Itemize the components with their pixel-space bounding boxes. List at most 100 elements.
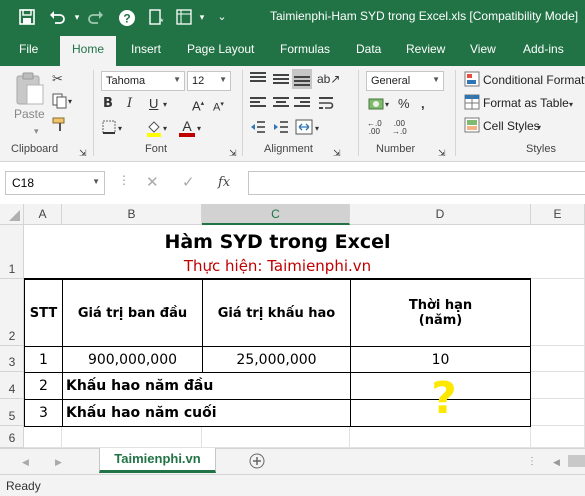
insert-function-icon[interactable]: fx <box>218 175 230 191</box>
tab-add-ins[interactable]: Add-ins <box>523 42 564 56</box>
cell-b5[interactable]: Khấu hao năm cuối <box>62 399 351 427</box>
font-color-icon[interactable]: A <box>179 119 195 137</box>
cell-e5[interactable] <box>531 399 585 426</box>
qat-dropdown-icon[interactable]: ▾ <box>192 7 212 27</box>
tab-formulas[interactable]: Formulas <box>280 42 330 56</box>
orientation-icon[interactable]: ab↗ <box>317 71 340 87</box>
save-icon[interactable] <box>17 7 37 27</box>
cell-e3[interactable] <box>531 346 585 372</box>
align-right-icon[interactable] <box>294 97 310 109</box>
horizontal-scrollbar[interactable] <box>568 455 585 467</box>
cell-d6[interactable] <box>350 426 531 448</box>
comma-style-icon[interactable]: , <box>421 96 425 112</box>
cell-a5[interactable]: 3 <box>24 399 63 427</box>
cell-b4[interactable]: Khấu hao năm đầu <box>62 372 351 400</box>
header-cell-term[interactable]: Thời hạn (năm) <box>350 279 531 347</box>
decrease-indent-icon[interactable] <box>250 120 266 138</box>
row-header-5[interactable]: 5 <box>0 399 24 426</box>
column-header-c[interactable]: C <box>202 204 350 225</box>
copy-icon[interactable] <box>52 93 68 113</box>
formula-input[interactable] <box>248 171 585 195</box>
cell-a4[interactable]: 2 <box>24 372 63 400</box>
column-header-e[interactable]: E <box>531 204 585 225</box>
paste-dropdown-icon[interactable]: ▾ <box>34 123 39 139</box>
conditional-formatting-button[interactable]: Conditional Formatt <box>483 73 585 87</box>
copy-dropdown-icon[interactable]: ▾ <box>68 94 72 110</box>
italic-icon[interactable]: I <box>127 96 132 112</box>
format-painter-icon[interactable] <box>52 116 68 136</box>
customize-qat-icon[interactable]: ⌄ <box>212 7 232 27</box>
font-size-select[interactable]: 12 ▼ <box>187 71 231 91</box>
cell-styles-dropdown-icon[interactable]: ▾ <box>537 120 541 136</box>
percent-style-icon[interactable]: % <box>398 96 410 112</box>
bottom-align-icon[interactable] <box>292 69 312 89</box>
increase-decimal-icon[interactable]: ←.0.00 <box>367 120 382 136</box>
help-icon[interactable]: ? <box>117 7 137 27</box>
undo-icon[interactable] <box>47 7 67 27</box>
tab-data[interactable]: Data <box>356 42 381 56</box>
cell-styles-button[interactable]: Cell Styles <box>483 119 540 133</box>
cell-e4[interactable] <box>531 372 585 399</box>
align-left-icon[interactable] <box>250 97 266 109</box>
hscroll-left-icon[interactable]: ◀ <box>553 454 560 470</box>
merge-dropdown-icon[interactable]: ▾ <box>315 121 319 137</box>
alignment-launcher-icon[interactable]: ⇲ <box>333 145 341 161</box>
undo-dropdown-icon[interactable]: ▾ <box>67 7 87 27</box>
tab-insert[interactable]: Insert <box>131 42 161 56</box>
column-header-a[interactable]: A <box>24 204 62 225</box>
decrease-font-icon[interactable]: A▾ <box>213 97 224 116</box>
align-center-icon[interactable] <box>273 97 289 109</box>
accounting-dropdown-icon[interactable]: ▾ <box>385 97 389 113</box>
row-header-3[interactable]: 3 <box>0 346 24 372</box>
redo-icon[interactable] <box>86 7 106 27</box>
increase-font-icon[interactable]: A▴ <box>192 96 204 114</box>
cell-b3[interactable]: 900,000,000 <box>62 346 203 373</box>
print-preview-icon[interactable] <box>174 7 194 27</box>
format-as-table-icon[interactable] <box>464 94 480 114</box>
font-color-dropdown-icon[interactable]: ▾ <box>197 121 201 137</box>
column-header-d[interactable]: D <box>350 204 531 225</box>
middle-align-icon[interactable] <box>273 72 289 86</box>
more-sheets-icon[interactable]: ⋮ <box>527 454 537 470</box>
underline-icon[interactable]: U <box>149 96 158 112</box>
title-cell[interactable]: Hàm SYD trong Excel Thực hiện: Taimienph… <box>24 225 531 279</box>
number-launcher-icon[interactable]: ⇲ <box>438 145 446 161</box>
cell-c6[interactable] <box>202 426 350 448</box>
row-header-2[interactable]: 2 <box>0 279 24 346</box>
row-header-4[interactable]: 4 <box>0 372 24 399</box>
row-header-1[interactable]: 1 <box>0 225 24 279</box>
decrease-decimal-icon[interactable]: .00 →.0 <box>392 120 407 136</box>
cut-icon[interactable]: ✂ <box>52 71 63 87</box>
fill-color-dropdown-icon[interactable]: ▾ <box>163 121 167 137</box>
cancel-icon[interactable]: ✕ <box>146 175 159 191</box>
format-as-table-dropdown-icon[interactable]: ▾ <box>569 97 573 113</box>
name-box[interactable]: C18 ▼ <box>5 171 105 195</box>
merge-center-icon[interactable] <box>295 119 313 139</box>
scroll-left-icon[interactable]: ◀ <box>22 454 29 470</box>
tab-view[interactable]: View <box>470 42 496 56</box>
cell-e6[interactable] <box>531 426 585 448</box>
cell-b6[interactable] <box>62 426 202 448</box>
sheet-tab-taimienphi[interactable]: Taimienphi.vn <box>99 448 216 473</box>
header-cell-stt[interactable]: STT <box>24 279 63 347</box>
enter-icon[interactable]: ✓ <box>182 175 195 191</box>
scroll-right-icon[interactable]: ▶ <box>55 454 62 470</box>
conditional-formatting-icon[interactable] <box>464 71 480 91</box>
fill-color-icon[interactable] <box>146 119 162 141</box>
accounting-format-icon[interactable] <box>368 96 384 116</box>
cell-styles-icon[interactable] <box>464 117 480 137</box>
cell-e2[interactable] <box>531 279 585 346</box>
number-format-select[interactable]: General ▼ <box>366 71 444 91</box>
font-name-select[interactable]: Tahoma ▼ <box>101 71 185 91</box>
wrap-text-icon[interactable] <box>318 95 334 115</box>
clipboard-launcher-icon[interactable]: ⇲ <box>79 145 87 161</box>
tab-home[interactable]: Home <box>60 36 117 66</box>
cell-a6[interactable] <box>24 426 62 448</box>
add-sheet-icon[interactable] <box>249 453 265 473</box>
cell-c3[interactable]: 25,000,000 <box>202 346 351 373</box>
bold-icon[interactable]: B <box>103 96 113 112</box>
tab-review[interactable]: Review <box>406 42 445 56</box>
borders-icon[interactable] <box>102 120 116 138</box>
tab-page-layout[interactable]: Page Layout <box>187 42 254 56</box>
top-align-icon[interactable] <box>250 72 266 86</box>
